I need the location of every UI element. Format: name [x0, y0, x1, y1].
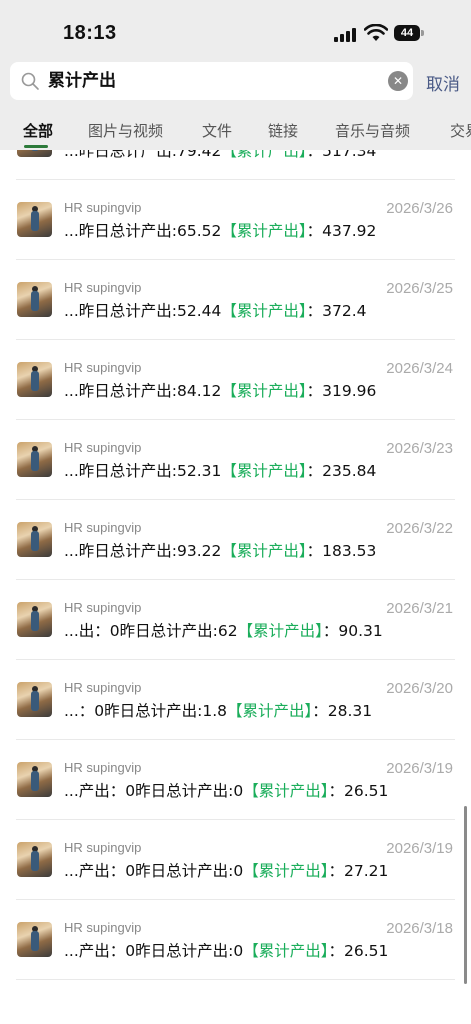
keyword-highlight: 【累计产出】 — [243, 862, 329, 880]
battery-icon: 44 — [394, 25, 420, 41]
message-date: 2026/3/20 — [386, 680, 453, 697]
avatar — [17, 602, 52, 637]
message-snippet: ...昨日总计产出:52.31【累计产出】：235.84 — [64, 462, 377, 480]
avatar — [17, 442, 52, 477]
keyword-highlight: 【累计产出】 — [227, 702, 313, 720]
status-time: 18:13 — [63, 22, 117, 44]
avatar — [17, 522, 52, 557]
list-item[interactable]: ...昨日总计产出:79.42【累计产出】：517.34 — [0, 150, 471, 180]
list-item[interactable]: HR supingvip 2026/3/23 ...昨日总计产出:52.31【累… — [0, 420, 471, 500]
clear-icon[interactable]: ✕ — [388, 71, 408, 91]
avatar — [17, 362, 52, 397]
list-item[interactable]: HR supingvip 2026/3/18 ...产出：0昨日总计产出:0【累… — [0, 900, 471, 980]
wifi-icon — [364, 24, 388, 41]
message-date: 2026/3/26 — [386, 200, 453, 217]
sender-name: HR supingvip — [64, 680, 142, 695]
top-bar: 18:13 44 累计产出 ✕ 取消 全部 图片与视频 文件 链接 音乐与音频 … — [0, 0, 471, 150]
keyword-highlight: 【累计产出】 — [221, 150, 307, 160]
sender-name: HR supingvip — [64, 920, 142, 935]
message-date: 2026/3/21 — [386, 600, 453, 617]
keyword-highlight: 【累计产出】 — [221, 462, 307, 480]
avatar — [17, 202, 52, 237]
sender-name: HR supingvip — [64, 600, 142, 615]
scrollbar[interactable] — [464, 806, 467, 984]
tab-files[interactable]: 文件 — [202, 120, 232, 141]
message-date: 2026/3/24 — [386, 360, 453, 377]
message-date: 2026/3/23 — [386, 440, 453, 457]
keyword-highlight: 【累计产出】 — [243, 942, 329, 960]
message-snippet: ...：0昨日总计产出:1.8【累计产出】：28.31 — [64, 702, 373, 720]
message-date: 2026/3/25 — [386, 280, 453, 297]
cancel-button[interactable]: 取消 — [426, 70, 460, 95]
list-item[interactable]: HR supingvip 2026/3/21 ...出：0昨日总计产出:62【累… — [0, 580, 471, 660]
keyword-highlight: 【累计产出】 — [237, 622, 323, 640]
message-date: 2026/3/18 — [386, 920, 453, 937]
list-item[interactable]: HR supingvip 2026/3/20 ...：0昨日总计产出:1.8【累… — [0, 660, 471, 740]
search-input[interactable]: 累计产出 — [48, 62, 116, 100]
message-snippet: ...昨日总计产出:65.52【累计产出】：437.92 — [64, 222, 377, 240]
message-snippet: ...昨日总计产出:79.42【累计产出】：517.34 — [64, 150, 376, 161]
sender-name: HR supingvip — [64, 840, 142, 855]
message-snippet: ...出：0昨日总计产出:62【累计产出】：90.31 — [64, 622, 383, 640]
tab-images-videos[interactable]: 图片与视频 — [88, 120, 163, 141]
message-snippet: ...昨日总计产出:52.44【累计产出】：372.4 — [64, 302, 367, 320]
list-item[interactable]: HR supingvip 2026/3/24 ...昨日总计产出:84.12【累… — [0, 340, 471, 420]
avatar — [17, 282, 52, 317]
message-date: 2026/3/19 — [386, 840, 453, 857]
message-snippet: ...产出：0昨日总计产出:0【累计产出】：27.21 — [64, 862, 389, 880]
active-tab-indicator — [24, 145, 48, 148]
sender-name: HR supingvip — [64, 440, 142, 455]
message-snippet: ...产出：0昨日总计产出:0【累计产出】：26.51 — [64, 782, 389, 800]
avatar — [17, 842, 52, 877]
keyword-highlight: 【累计产出】 — [221, 382, 307, 400]
sender-name: HR supingvip — [64, 200, 142, 215]
keyword-highlight: 【累计产出】 — [221, 302, 307, 320]
tab-all[interactable]: 全部 — [23, 120, 53, 141]
list-item[interactable]: HR supingvip 2026/3/19 ...产出：0昨日总计产出:0【累… — [0, 820, 471, 900]
keyword-highlight: 【累计产出】 — [221, 222, 307, 240]
search-results-list[interactable]: ...昨日总计产出:79.42【累计产出】：517.34 HR supingvi… — [0, 150, 471, 1024]
tab-transactions[interactable]: 交易 — [450, 120, 471, 141]
sender-name: HR supingvip — [64, 280, 142, 295]
avatar — [17, 150, 52, 157]
tab-links[interactable]: 链接 — [268, 120, 298, 141]
battery-tip — [421, 30, 424, 36]
avatar — [17, 922, 52, 957]
sender-name: HR supingvip — [64, 360, 142, 375]
message-snippet: ...昨日总计产出:93.22【累计产出】：183.53 — [64, 542, 377, 560]
message-date: 2026/3/22 — [386, 520, 453, 537]
message-snippet: ...产出：0昨日总计产出:0【累计产出】：26.51 — [64, 942, 389, 960]
avatar — [17, 762, 52, 797]
keyword-highlight: 【累计产出】 — [221, 542, 307, 560]
cellular-signal-icon — [334, 26, 358, 42]
list-item[interactable]: HR supingvip 2026/3/22 ...昨日总计产出:93.22【累… — [0, 500, 471, 580]
message-snippet: ...昨日总计产出:84.12【累计产出】：319.96 — [64, 382, 377, 400]
list-item[interactable]: HR supingvip 2026/3/25 ...昨日总计产出:52.44【累… — [0, 260, 471, 340]
sender-name: HR supingvip — [64, 760, 142, 775]
sender-name: HR supingvip — [64, 520, 142, 535]
filter-tabs: 全部 图片与视频 文件 链接 音乐与音频 交易 — [0, 120, 471, 148]
tab-music-audio[interactable]: 音乐与音频 — [335, 120, 410, 141]
message-date: 2026/3/19 — [386, 760, 453, 777]
list-item[interactable]: HR supingvip 2026/3/26 ...昨日总计产出:65.52【累… — [0, 180, 471, 260]
search-icon — [21, 72, 39, 90]
list-item[interactable]: HR supingvip 2026/3/19 ...产出：0昨日总计产出:0【累… — [0, 740, 471, 820]
search-box[interactable]: 累计产出 ✕ — [10, 62, 413, 100]
keyword-highlight: 【累计产出】 — [243, 782, 329, 800]
avatar — [17, 682, 52, 717]
status-bar: 18:13 44 — [0, 0, 471, 60]
